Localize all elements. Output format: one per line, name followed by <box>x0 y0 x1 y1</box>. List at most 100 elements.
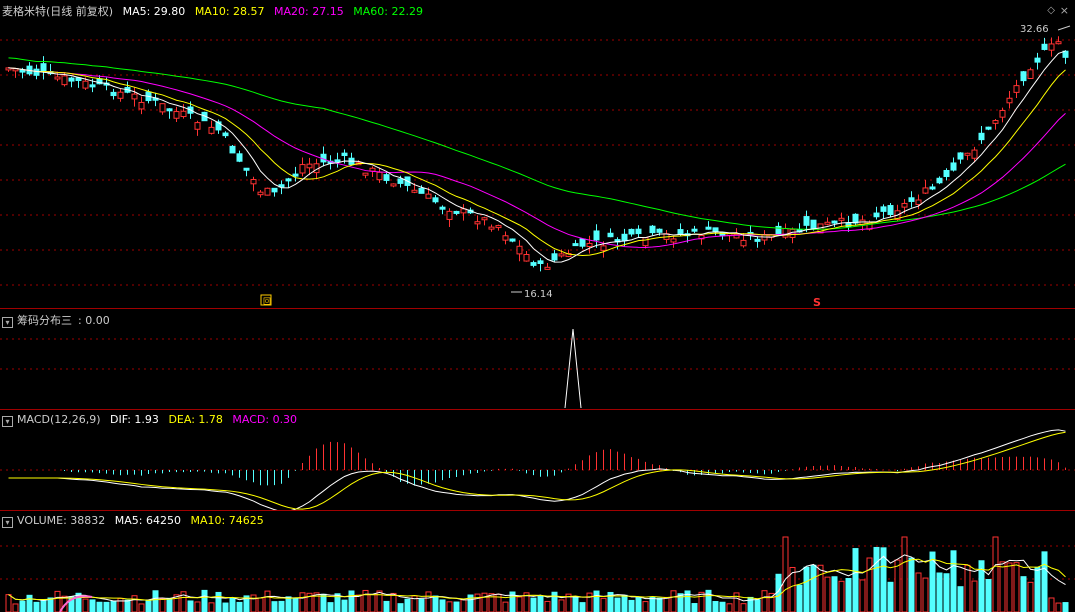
candle <box>376 171 383 181</box>
macd-panel[interactable]: ▾ MACD(12,26,9) DIF: 1.93 DEA: 1.78 MACD:… <box>0 410 1075 510</box>
candle <box>208 126 215 134</box>
candle <box>1020 71 1027 82</box>
volume-bar <box>33 601 40 612</box>
candle <box>999 109 1006 118</box>
candle <box>166 108 173 112</box>
volume-bar <box>1006 562 1013 612</box>
volume-bar <box>796 584 803 612</box>
candle <box>495 225 502 229</box>
volume-bar <box>628 599 635 612</box>
volume-bar <box>26 594 33 612</box>
volume-bar <box>5 594 12 612</box>
candle <box>411 189 418 193</box>
candle <box>607 232 614 238</box>
volume-bar <box>516 596 523 612</box>
candle <box>19 69 26 73</box>
candle <box>236 153 243 162</box>
candle <box>943 169 950 177</box>
volume-bar <box>1013 562 1020 612</box>
stock-title[interactable]: 麦格米特(日线 前复权) <box>2 5 113 18</box>
event-marker-glyph: 回 <box>263 297 271 306</box>
candle <box>978 132 985 141</box>
volume-bar <box>355 594 362 612</box>
volume-bar <box>712 601 719 612</box>
candle <box>642 237 649 247</box>
volume-bar <box>1041 551 1048 612</box>
candle <box>61 75 68 86</box>
candle <box>957 152 964 160</box>
panel-menu-icon[interactable]: ▾ <box>2 317 13 328</box>
high-pointer <box>1057 25 1071 31</box>
chip-peak-line <box>564 328 582 409</box>
volume-bar <box>873 546 880 612</box>
volume-bar <box>887 581 894 612</box>
candle <box>1034 57 1041 63</box>
high-price-label: 32.66 <box>1020 24 1049 35</box>
candle <box>544 266 551 270</box>
price-panel[interactable]: 麦格米特(日线 前复权) MA5: 29.80 MA10: 28.57 MA20… <box>0 0 1075 308</box>
volume-bar <box>502 601 509 612</box>
volume-bar <box>915 572 922 612</box>
panel-menu-icon[interactable]: ▾ <box>2 517 13 528</box>
volume-bar <box>152 590 159 612</box>
price-chart: 32.66 16.14 回 S <box>0 24 1075 308</box>
volume-bar <box>222 602 229 612</box>
candle <box>222 132 229 137</box>
chip-panel[interactable]: ▾ 筹码分布三: 0.00 <box>0 309 1075 409</box>
candle <box>481 217 488 221</box>
volume-bar <box>1055 602 1062 612</box>
candle <box>754 238 761 242</box>
volume-bar <box>852 548 859 612</box>
candle <box>1048 43 1055 51</box>
volume-bar <box>537 595 544 612</box>
volume-bar <box>292 597 299 612</box>
candle <box>138 101 145 110</box>
volume-bar <box>271 601 278 612</box>
candle <box>229 145 236 154</box>
volume-bar <box>397 603 404 612</box>
sell-signal-icon[interactable]: S <box>813 296 821 308</box>
volume-bar <box>831 576 838 612</box>
candle <box>488 226 495 230</box>
candle <box>341 152 348 157</box>
candle <box>383 174 390 181</box>
volume-bar <box>54 590 61 612</box>
candle <box>670 238 677 243</box>
volume-bar <box>922 577 929 612</box>
candle <box>271 187 278 193</box>
macd-value-label: MACD: 0.30 <box>232 413 298 426</box>
volume-bar <box>390 592 397 612</box>
candle <box>131 93 138 100</box>
volume-bar <box>782 536 789 612</box>
volume-bar <box>124 599 131 612</box>
candle <box>992 120 999 124</box>
volume-bar <box>691 603 698 612</box>
candle <box>159 103 166 113</box>
volume-bar <box>635 597 642 612</box>
candle <box>33 68 40 76</box>
candle <box>838 217 845 221</box>
volume-bar <box>439 599 446 612</box>
volume-bar <box>824 576 831 612</box>
volume-bar <box>964 564 971 612</box>
volume-bar <box>845 577 852 612</box>
volume-bar <box>649 596 656 612</box>
volume-panel[interactable]: ▾ VOLUME: 38832 MA5: 64250 MA10: 74625 <box>0 511 1075 612</box>
candle <box>285 178 292 182</box>
volume-bar <box>803 566 810 612</box>
panel-menu-icon[interactable]: ▾ <box>2 416 13 427</box>
ma10-line <box>8 67 1066 256</box>
volume-bar <box>166 597 173 612</box>
volume-bar <box>89 599 96 612</box>
ma10-label: MA10: 28.57 <box>194 5 265 18</box>
volume-bar <box>327 602 334 612</box>
volume-bar <box>348 590 355 612</box>
candle <box>1013 85 1020 93</box>
volume-bar <box>264 590 271 612</box>
volume-bar <box>425 591 432 612</box>
volume-bar <box>894 559 901 612</box>
vol-ma10-label: MA10: 74625 <box>190 514 264 527</box>
volume-bar <box>600 597 607 612</box>
ma60-label: MA60: 22.29 <box>353 5 423 18</box>
candle <box>530 262 537 266</box>
